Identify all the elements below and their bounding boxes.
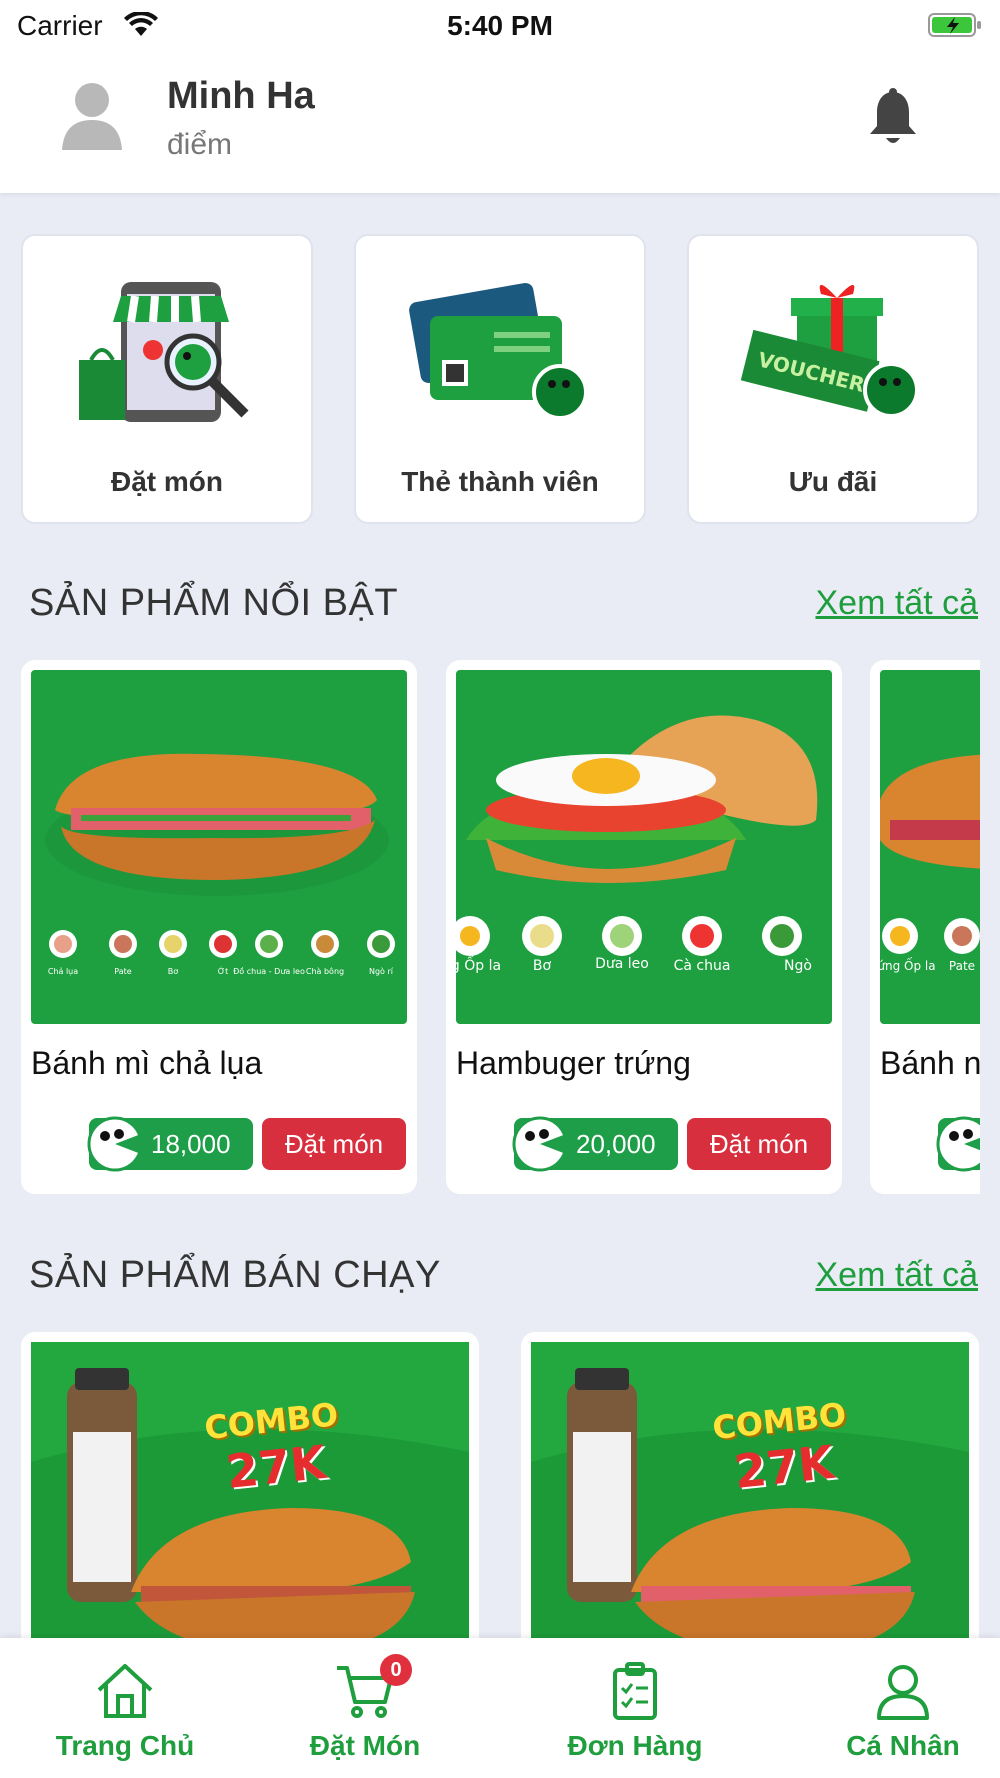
banh-mi-illustration: rứng Ốp la Pate — [880, 754, 980, 973]
bestseller-card[interactable]: COMBO 27K — [521, 1332, 979, 1672]
product-name: Bánh mì chả lụa — [31, 1045, 263, 1081]
brand-mascot-icon — [87, 1116, 143, 1172]
tab-order[interactable]: Đặt Món — [240, 1638, 490, 1778]
product-price: 18,000 — [151, 1129, 231, 1159]
product-card[interactable]: Chả lụa Pate Bơ Ớt Đồ chua - Dưa leo Chà… — [21, 660, 417, 1194]
topping-label: Ngò rí — [369, 966, 394, 976]
topping-label: Bơ — [168, 967, 178, 976]
topping-label: g Ốp la — [456, 955, 501, 974]
tab-label: Đơn Hàng — [567, 1730, 703, 1761]
bestseller-card[interactable]: COMBO 27K — [21, 1332, 479, 1672]
tab-label: Trang Chủ — [55, 1730, 195, 1761]
product-image: COMBO 27K — [531, 1342, 969, 1672]
bestsellers-see-all-link[interactable]: Xem tất cả — [815, 1256, 978, 1295]
topping-label: Chả lụa — [48, 966, 78, 977]
topping-label: Pate — [114, 967, 132, 976]
tab-label: Đặt Món — [309, 1730, 421, 1761]
combo-badge: COMBO 27K — [711, 1395, 854, 1501]
featured-carousel[interactable]: Chả lụa Pate Bơ Ớt Đồ chua - Dưa leo Chà… — [0, 0, 980, 1300]
combo-badge: COMBO 27K — [203, 1395, 346, 1501]
product-price: 20,000 — [576, 1129, 656, 1159]
tab-profile[interactable]: Cá Nhân — [778, 1638, 1000, 1778]
product-image: rứng Ốp la Pate — [880, 670, 980, 1024]
tab-home[interactable]: Trang Chủ — [0, 1638, 250, 1778]
topping-label: Đồ chua - Dưa leo — [233, 966, 305, 976]
cart-count-badge: 0 — [380, 1654, 412, 1686]
price-badge: 18,000 — [87, 1116, 253, 1172]
home-icon — [97, 1664, 153, 1718]
product-name: Bánh n — [880, 1045, 980, 1081]
bestsellers-section-title: SẢN PHẨM BÁN CHẠY — [29, 1254, 441, 1296]
topping-label: Pate — [949, 959, 975, 973]
clipboard-icon — [613, 1662, 657, 1720]
order-button[interactable]: Đặt món — [262, 1118, 406, 1170]
product-image: Chả lụa Pate Bơ Ớt Đồ chua - Dưa leo Chà… — [31, 670, 407, 1024]
product-name: Hambuger trứng — [456, 1045, 691, 1081]
topping-label: Ớt — [218, 965, 228, 976]
topping-label: rứng Ốp la — [880, 957, 936, 973]
product-image: COMBO 27K — [31, 1342, 469, 1672]
price-badge — [936, 1116, 980, 1172]
combo-illustration — [531, 1368, 969, 1672]
banh-mi-illustration: Chả lụa Pate Bơ Ớt Đồ chua - Dưa leo Chà… — [45, 753, 395, 977]
product-card[interactable]: rứng Ốp la Pate Bánh n — [870, 660, 980, 1194]
person-icon — [877, 1665, 929, 1720]
bottom-tab-bar: Trang Chủ Đặt Món 0 Đơn Hàng Cá Nhân — [0, 1638, 1000, 1778]
order-button[interactable]: Đặt món — [687, 1118, 831, 1170]
tab-orders[interactable]: Đơn Hàng — [510, 1638, 760, 1778]
topping-label: Dưa leo — [595, 956, 649, 972]
topping-label: Cà chua — [674, 958, 731, 974]
price-badge: 20,000 — [512, 1116, 678, 1172]
topping-label: Bơ — [533, 958, 552, 974]
topping-label: Chà bông — [306, 966, 344, 976]
product-card[interactable]: g Ốp la Bơ Dưa leo Cà chua Ngò Hambuger … — [446, 660, 842, 1194]
combo-illustration — [31, 1368, 469, 1672]
hamburger-illustration: g Ốp la Bơ Dưa leo Cà chua Ngò — [456, 715, 818, 974]
product-image: g Ốp la Bơ Dưa leo Cà chua Ngò — [456, 670, 832, 1024]
brand-mascot-icon — [512, 1116, 568, 1172]
brand-mascot-icon — [936, 1116, 980, 1172]
topping-label: Ngò — [784, 958, 812, 974]
tab-label: Cá Nhân — [846, 1730, 960, 1761]
